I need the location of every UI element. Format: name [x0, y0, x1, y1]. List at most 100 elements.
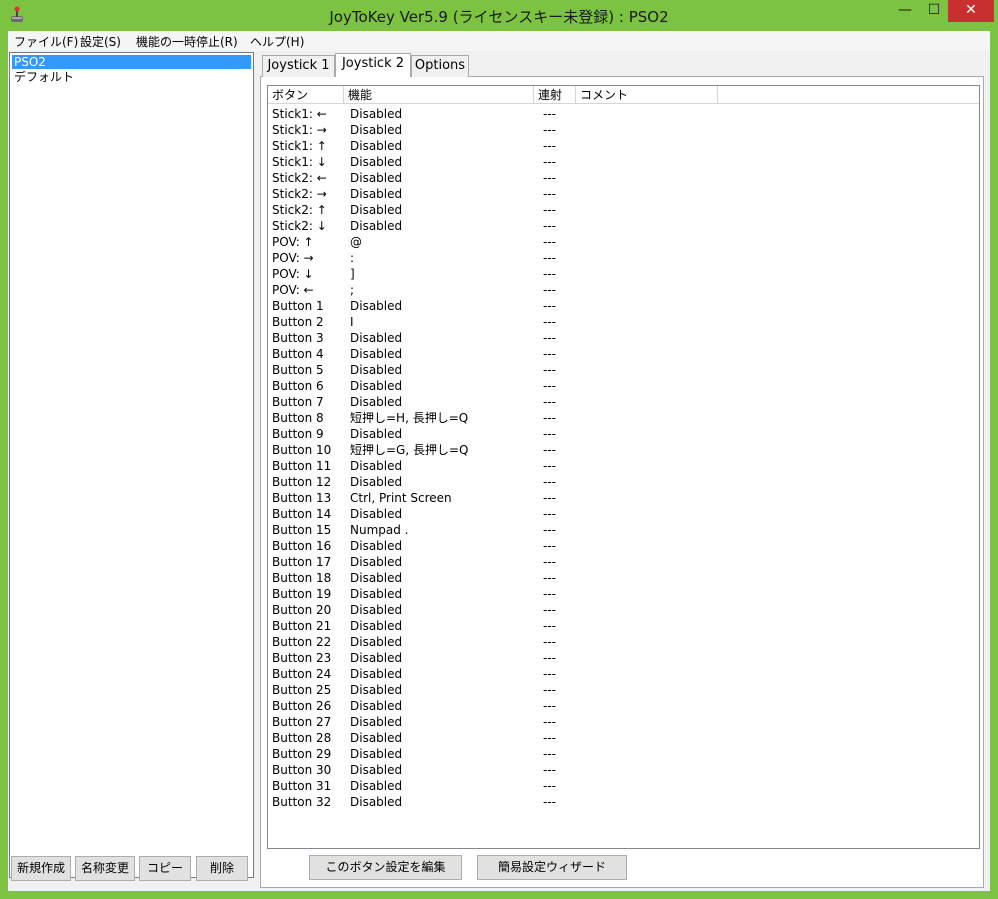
- row-button-cell: Button 24: [272, 667, 332, 681]
- button-mapping-list[interactable]: ボタン 機能 連射 コメント Stick1: ← Disabled --- Stick…: [267, 85, 980, 849]
- table-row[interactable]: Button 23 Disabled ---: [268, 650, 979, 666]
- row-repeat-cell: ---: [543, 411, 556, 425]
- menu-file[interactable]: ファイル(F): [14, 33, 78, 50]
- delete-profile-button[interactable]: 削除: [196, 856, 248, 881]
- table-row[interactable]: POV: ←; ---: [268, 282, 979, 298]
- table-row[interactable]: Button 2 I ---: [268, 314, 979, 330]
- row-repeat-cell: ---: [543, 155, 556, 169]
- row-repeat-cell: ---: [543, 779, 556, 793]
- profile-item-default[interactable]: デフォルト: [12, 70, 251, 84]
- profile-list[interactable]: PSO2 デフォルト: [9, 52, 254, 878]
- table-row[interactable]: POV: →: ---: [268, 250, 979, 266]
- row-function-cell: Disabled: [350, 171, 403, 185]
- table-row[interactable]: Stick1: ↓ Disabled ---: [268, 154, 979, 170]
- table-row[interactable]: POV: ↑ @ ---: [268, 234, 979, 250]
- table-row[interactable]: Button 21 Disabled ---: [268, 618, 979, 634]
- row-button-cell: Stick1: ↓: [272, 155, 327, 169]
- row-repeat-cell: ---: [543, 219, 556, 233]
- table-row[interactable]: Button 14 Disabled ---: [268, 506, 979, 522]
- close-button[interactable]: ✕: [948, 0, 994, 22]
- menu-bar: ファイル(F) 設定(S) 機能の一時停止(R) ヘルプ(H): [8, 31, 990, 51]
- maximize-button[interactable]: ☐: [920, 0, 948, 22]
- table-row[interactable]: Button 19 Disabled ---: [268, 586, 979, 602]
- row-button-cell: Button 26: [272, 699, 332, 713]
- table-row[interactable]: Stick1: → Disabled ---: [268, 122, 979, 138]
- table-row[interactable]: Stick2: ↑ Disabled ---: [268, 202, 979, 218]
- table-row[interactable]: Button 15 Numpad . ---: [268, 522, 979, 538]
- row-button-cell: Button 27: [272, 715, 332, 729]
- menu-pause[interactable]: 機能の一時停止(R): [136, 33, 238, 50]
- table-row[interactable]: Button 25 Disabled ---: [268, 682, 979, 698]
- table-row[interactable]: Button 28 Disabled ---: [268, 730, 979, 746]
- row-function-cell: Disabled: [350, 731, 403, 745]
- row-repeat-cell: ---: [543, 379, 556, 393]
- new-profile-button[interactable]: 新規作成: [11, 856, 71, 881]
- table-row[interactable]: Button 9 Disabled ---: [268, 426, 979, 442]
- table-row[interactable]: Stick2: → Disabled ---: [268, 186, 979, 202]
- table-row[interactable]: Button 13 Ctrl, Print Screen ---: [268, 490, 979, 506]
- menu-help[interactable]: ヘルプ(H): [250, 33, 304, 50]
- row-button-cell: Button 18: [272, 571, 332, 585]
- row-repeat-cell: ---: [543, 395, 556, 409]
- table-row[interactable]: Button 17 Disabled ---: [268, 554, 979, 570]
- table-row[interactable]: Button 18 Disabled ---: [268, 570, 979, 586]
- title-bar[interactable]: JoyToKey Ver5.9 (ライセンスキー未登録) : PSO2 — ☐ …: [0, 0, 998, 31]
- table-row[interactable]: Button 22 Disabled ---: [268, 634, 979, 650]
- row-repeat-cell: ---: [543, 795, 556, 809]
- row-function-cell: Disabled: [350, 539, 403, 553]
- table-row[interactable]: Stick1: ← Disabled ---: [268, 106, 979, 122]
- row-function-cell: Disabled: [350, 219, 403, 233]
- tab-joystick-1[interactable]: Joystick 1: [262, 55, 335, 77]
- table-row[interactable]: Button 5 Disabled ---: [268, 362, 979, 378]
- column-header-function[interactable]: 機能: [344, 86, 534, 104]
- table-row[interactable]: Button 11 Disabled ---: [268, 458, 979, 474]
- column-header-button[interactable]: ボタン: [268, 86, 344, 104]
- row-button-cell: Button 11: [272, 459, 332, 473]
- table-row[interactable]: Button 26 Disabled ---: [268, 698, 979, 714]
- table-row[interactable]: Button 20 Disabled ---: [268, 602, 979, 618]
- tab-options[interactable]: Options: [411, 55, 469, 77]
- row-function-cell: Disabled: [350, 427, 403, 441]
- row-repeat-cell: ---: [543, 443, 556, 457]
- row-function-cell: Disabled: [350, 395, 403, 409]
- table-row[interactable]: Button 29 Disabled ---: [268, 746, 979, 762]
- edit-button-settings-button[interactable]: このボタン設定を編集: [309, 855, 462, 880]
- row-repeat-cell: ---: [543, 475, 556, 489]
- row-repeat-cell: ---: [543, 667, 556, 681]
- row-repeat-cell: ---: [543, 523, 556, 537]
- menu-settings[interactable]: 設定(S): [80, 33, 121, 50]
- column-header-repeat[interactable]: 連射: [534, 86, 576, 104]
- table-row[interactable]: Button 1 Disabled ---: [268, 298, 979, 314]
- table-row[interactable]: POV: ↓] ---: [268, 266, 979, 282]
- table-row[interactable]: Stick1: ↑ Disabled ---: [268, 138, 979, 154]
- tab-joystick-2[interactable]: Joystick 2: [335, 53, 411, 77]
- table-row[interactable]: Button 6 Disabled ---: [268, 378, 979, 394]
- minimize-button[interactable]: —: [890, 0, 920, 22]
- row-button-cell: Button 7: [272, 395, 324, 409]
- table-row[interactable]: Button 7 Disabled ---: [268, 394, 979, 410]
- row-function-cell: Disabled: [350, 203, 403, 217]
- setup-wizard-button[interactable]: 簡易設定ウィザード: [477, 855, 627, 880]
- row-repeat-cell: ---: [543, 107, 556, 121]
- table-row[interactable]: Button 3 Disabled ---: [268, 330, 979, 346]
- profile-item-pso2[interactable]: PSO2: [12, 55, 251, 69]
- table-row[interactable]: Stick2: ← Disabled ---: [268, 170, 979, 186]
- row-button-cell: Button 20: [272, 603, 332, 617]
- copy-profile-button[interactable]: コピー: [139, 856, 191, 881]
- table-row[interactable]: Button 12 Disabled ---: [268, 474, 979, 490]
- table-row[interactable]: Button 27 Disabled ---: [268, 714, 979, 730]
- table-row[interactable]: Stick2: ↓ Disabled ---: [268, 218, 979, 234]
- table-row[interactable]: Button 30 Disabled ---: [268, 762, 979, 778]
- column-header-comment[interactable]: コメント: [576, 86, 718, 104]
- table-row[interactable]: Button 10 短押し=G, 長押し=Q ---: [268, 442, 979, 458]
- table-row[interactable]: Button 31 Disabled ---: [268, 778, 979, 794]
- row-button-cell: Button 1: [272, 299, 324, 313]
- table-row[interactable]: Button 32 Disabled ---: [268, 794, 979, 810]
- rename-profile-button[interactable]: 名称変更: [75, 856, 135, 881]
- row-repeat-cell: ---: [543, 763, 556, 777]
- row-function-cell: Disabled: [350, 475, 403, 489]
- table-row[interactable]: Button 4 Disabled ---: [268, 346, 979, 362]
- table-row[interactable]: Button 8 短押し=H, 長押し=Q ---: [268, 410, 979, 426]
- table-row[interactable]: Button 16 Disabled ---: [268, 538, 979, 554]
- table-row[interactable]: Button 24 Disabled ---: [268, 666, 979, 682]
